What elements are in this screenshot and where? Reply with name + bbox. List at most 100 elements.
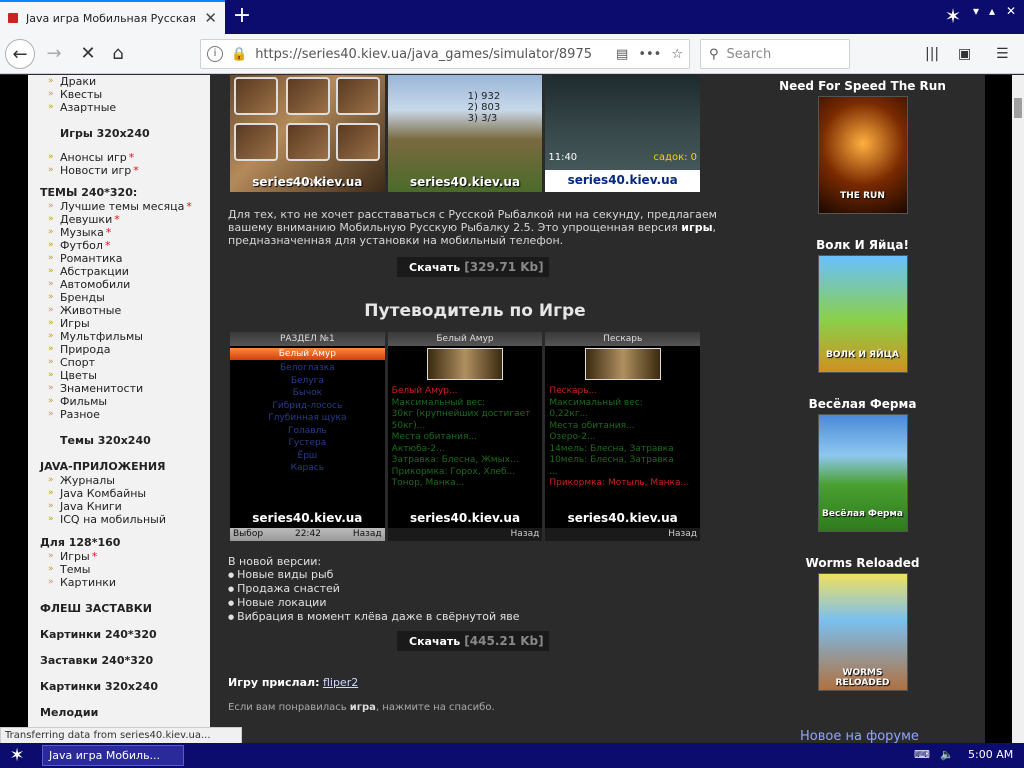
window-restore-icon[interactable]: ▴ [989,4,995,18]
scrollbar-thumb[interactable] [1014,98,1022,118]
screenshots-row-1: водоем series40.kiev.ua 1) 932 2) 803 3)… [230,75,701,192]
sidebar-item[interactable]: Мультфильмы [48,330,210,343]
game-cover[interactable]: THE RUN [817,96,908,214]
hud-text: 2) 803 [467,102,501,113]
download-button-1[interactable]: Скачать [329.71 Kb] [397,257,549,277]
related-game[interactable]: Worms Reloaded WORMS RELOADED [740,556,985,691]
window-close-icon[interactable]: ✕ [1006,4,1016,18]
info-icon[interactable]: i [207,46,223,62]
reader-view-icon[interactable]: ▤ [616,47,628,62]
sidebar-for128-title: Для 128*160 [40,536,121,549]
sidebar-item[interactable]: Игры [48,317,210,330]
page-actions-icon[interactable]: ••• [638,47,661,62]
sidebar-section-link[interactable]: Картинки 240*320 [40,628,210,642]
sidebar-item[interactable]: Цветы [48,369,210,382]
sidebar-section-link[interactable]: Заставки 240*320 [40,654,210,668]
sidebar-item[interactable]: Лучшие темы месяца* [48,200,210,213]
forum-link[interactable]: Новое на форуме [800,729,919,743]
related-game-title[interactable]: Worms Reloaded [740,556,985,570]
screenshot-3[interactable]: 11:40 садок: 0 series40.kiev.ua [545,75,701,192]
sidebar-item[interactable]: Java Книги [48,500,210,513]
game-cover[interactable]: WORMS RELOADED [817,573,908,691]
sidebar-item[interactable]: Футбол* [48,239,210,252]
url-text[interactable]: https://series40.kiev.ua/java_games/simu… [255,47,606,62]
menu-item: Белуга [290,375,324,386]
guide-screenshot-3[interactable]: Пескарь Пескарь... Максимальный вес: 0,22к… [545,332,701,541]
sidebar-icon[interactable]: ▣ [958,46,971,62]
sidebar-item[interactable]: Девушки* [48,213,210,226]
sidebar-section-link[interactable]: Мелодии [40,706,210,720]
related-game[interactable]: Need For Speed The Run THE RUN [740,79,985,214]
sidebar-item[interactable]: Новости игр* [48,164,210,177]
guide-screenshot-1[interactable]: РАЗДЕЛ №1 Белый Амур Белоглазка Белуга Быч… [230,332,385,541]
lock-icon[interactable]: 🔒 [231,47,247,62]
game-cover[interactable]: Весёлая Ферма [817,414,908,532]
new-tab-button[interactable]: + [229,3,255,29]
guide-title: Путеводитель по Игре [364,301,586,321]
sidebar-item[interactable]: Квесты [48,88,210,101]
sidebar-item[interactable]: Абстракции [48,265,210,278]
sidebar-item[interactable]: Романтика [48,252,210,265]
sender-link[interactable]: fliper2 [323,676,358,689]
download-label: Скачать [409,260,461,274]
download-button-2[interactable]: Скачать [445.21 Kb] [397,631,549,651]
fish-info-line: 0,22кг... [549,409,589,419]
web-page: Драки Квесты Азартные Игры 320x240 Анонс… [0,75,1012,743]
menu-selected: Белый Амур [230,348,385,360]
sidebar-themes-320[interactable]: Темы 320x240 [60,434,210,448]
stop-button[interactable]: ✕ [73,39,103,69]
search-box[interactable]: ⚲ Search [700,39,850,69]
sidebar-item[interactable]: Темы [48,563,210,576]
related-game-title[interactable]: Need For Speed The Run [740,79,985,93]
sidebar-item[interactable]: Знаменитости [48,382,210,395]
related-game-title[interactable]: Волк И Яйца! [740,238,985,252]
phone-title: РАЗДЕЛ №1 [230,332,385,346]
sidebar-games-320[interactable]: Игры 320x240 [60,127,210,141]
url-bar[interactable]: i 🔒 https://series40.kiev.ua/java_games/… [200,39,690,69]
forward-button[interactable]: → [39,39,69,69]
sidebar-item[interactable]: Java Комбайны [48,487,210,500]
tab-active[interactable]: Java игра Мобильная Русская Ры ✕ [0,0,225,34]
library-icon[interactable]: ||| [925,46,939,62]
sidebar-item[interactable]: Бренды [48,291,210,304]
tab-close-icon[interactable]: ✕ [204,9,217,27]
sidebar-section-link[interactable]: ФЛЕШ ЗАСТАВКИ [40,602,210,616]
sidebar-item[interactable]: Разное [48,408,210,421]
keyboard-icon[interactable]: ⌨ [914,748,930,761]
screenshot-1[interactable]: водоем series40.kiev.ua [230,75,385,192]
fish-info-line: 30кг (крупнейших достигает [391,409,531,419]
screenshot-2[interactable]: 1) 932 2) 803 3) 3/3 series40.kiev.ua [387,75,543,192]
sidebar-item[interactable]: Автомобили [48,278,210,291]
sidebar-item[interactable]: Драки [48,75,210,88]
sidebar-item[interactable]: Азартные [48,101,210,114]
window-minimize-icon[interactable]: ▾ [973,4,979,18]
fish-info-line: 10мель: Блесна, Затравка [549,455,674,465]
sidebar-item[interactable]: Спорт [48,356,210,369]
guide-screenshot-2[interactable]: Белый Амур Белый Амур... Максимальный вес… [387,332,543,541]
sidebar-section-link[interactable]: Картинки 320x240 [40,680,210,694]
volume-icon[interactable]: 🔈 [940,748,954,761]
page-scrollbar[interactable] [1012,75,1024,743]
sidebar-item[interactable]: Картинки [48,576,210,589]
sidebar-item[interactable]: ICQ на мобильный [48,513,210,526]
clock[interactable]: 5:00 AM [968,748,1013,761]
game-cover[interactable]: ВОЛК И ЯЙЦА [817,255,908,373]
menu-icon[interactable]: ☰ [996,46,1009,62]
home-button[interactable]: ⌂ [103,39,133,69]
related-game[interactable]: Весёлая Ферма Весёлая Ферма [740,397,985,532]
sidebar-item[interactable]: Фильмы [48,395,210,408]
sidebar-item[interactable]: Анонсы игр* [48,151,210,164]
sidebar-item[interactable]: Игры* [48,550,210,563]
related-game[interactable]: Волк И Яйца! ВОЛК И ЯЙЦА [740,238,985,373]
start-star-icon[interactable]: ✶ [4,744,30,767]
taskbar-window-button[interactable]: Java игра Мобиль... [42,745,184,766]
bookmark-star-icon[interactable]: ☆ [671,47,683,62]
sidebar-item[interactable]: Журналы [48,474,210,487]
sidebar-item[interactable]: Природа [48,343,210,356]
fish-info-line: Пескарь... [549,386,598,396]
tab-bar: Java игра Мобильная Русская Ры ✕ + ✶ ▾ ▴… [0,0,1024,34]
sidebar-item[interactable]: Музыка* [48,226,210,239]
back-button[interactable]: ← [5,39,35,69]
related-game-title[interactable]: Весёлая Ферма [740,397,985,411]
sidebar-item[interactable]: Животные [48,304,210,317]
